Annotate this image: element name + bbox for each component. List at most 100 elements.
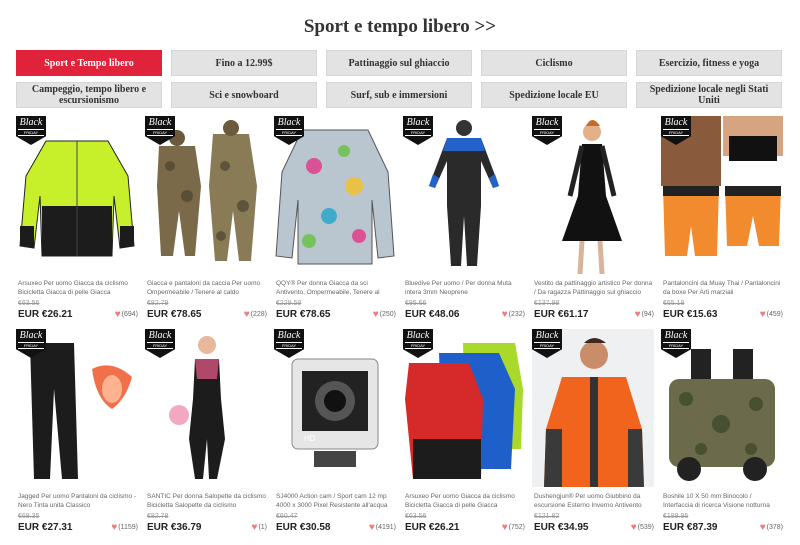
sale-price: EUR €78.65: [276, 309, 331, 320]
likes-number: (250): [379, 311, 396, 318]
likes-count[interactable]: ♥ (250): [373, 310, 396, 320]
svg-text:HD: HD: [304, 434, 316, 443]
product-card[interactable]: Black FRIDAY SANTIC Per donna Salopette da…: [143, 329, 269, 535]
likes-number: (1): [258, 524, 267, 531]
product-card[interactable]: Black FRIDAY QQY® Per donna Giacca da sci …: [272, 116, 398, 322]
product-title[interactable]: Arsuxeo Per uomo Giacca da ciclismo Bici…: [405, 492, 525, 512]
heart-icon[interactable]: ♥: [760, 310, 766, 320]
sale-price: EUR €27.31: [18, 522, 73, 533]
product-card[interactable]: Black FRIDAY Jagged Per uomo Pantaloni da …: [14, 329, 140, 535]
product-title[interactable]: Giacca e pantaloni da caccia Per uomo Om…: [147, 279, 267, 299]
product-title[interactable]: Boshile 10 X 50 mm Binocolo / Interfacci…: [663, 492, 783, 512]
heart-icon[interactable]: ♥: [244, 310, 250, 320]
original-price: €68.35: [18, 513, 40, 520]
heart-icon[interactable]: ♥: [760, 523, 766, 533]
likes-count[interactable]: ♥ (378): [760, 523, 783, 533]
product-image[interactable]: Black FRIDAY: [403, 116, 525, 274]
category-button[interactable]: Esercizio, fitness e yoga: [636, 50, 782, 76]
product-title[interactable]: Bluedive Per uomo / Per donna Muta inter…: [405, 279, 525, 299]
likes-count[interactable]: ♥ (232): [502, 310, 525, 320]
likes-number: (378): [766, 524, 783, 531]
product-title[interactable]: Pantaloncini da Muay Thai / Pantaloncini…: [663, 279, 783, 299]
product-image[interactable]: Black FRIDAY: [145, 329, 267, 487]
likes-number: (459): [766, 311, 783, 318]
likes-count[interactable]: ♥ (94): [635, 310, 654, 320]
likes-count[interactable]: ♥ (459): [760, 310, 783, 320]
product-card[interactable]: Black FRIDAY Arsuxeo Per uomo Giacca da ci…: [401, 329, 527, 535]
sale-price: EUR €87.39: [663, 522, 718, 533]
product-card[interactable]: Black FRIDAY Pantaloncini da Muay Thai / P…: [659, 116, 785, 322]
heart-icon[interactable]: ♥: [373, 310, 379, 320]
heart-icon[interactable]: ♥: [635, 310, 641, 320]
section-title[interactable]: Sport e tempo libero >>: [0, 16, 800, 38]
product-image[interactable]: Black FRIDAY: [532, 116, 654, 274]
category-button[interactable]: Spedizione locale negli Stati Uniti: [636, 82, 782, 108]
sale-price: EUR €36.79: [147, 522, 202, 533]
sale-price: EUR €61.17: [534, 309, 589, 320]
product-title[interactable]: Jagged Per uomo Pantaloni da ciclismo - …: [18, 492, 138, 512]
product-card[interactable]: Black FRIDAY Vestito da pattinaggio artist…: [530, 116, 656, 322]
category-button[interactable]: Ciclismo: [481, 50, 627, 76]
likes-count[interactable]: ♥ (539): [631, 523, 654, 533]
product-image[interactable]: Black FRIDAY: [16, 329, 138, 487]
heart-icon[interactable]: ♥: [111, 523, 117, 533]
product-title[interactable]: Vestito da pattinaggio artistico Per don…: [534, 279, 654, 299]
original-price: €95.66: [405, 300, 427, 307]
product-image[interactable]: Black FRIDAY: [403, 329, 525, 487]
likes-number: (228): [250, 311, 267, 318]
likes-number: (694): [121, 311, 138, 318]
heart-icon[interactable]: ♥: [631, 523, 637, 533]
product-card[interactable]: Black FRIDAY Dushengjun® Per uomo Giubbino…: [530, 329, 656, 535]
likes-count[interactable]: ♥ (1159): [111, 523, 138, 533]
original-price: €82.79: [147, 300, 169, 307]
product-title[interactable]: Dushengjun® Per uomo Giubbino da escursi…: [534, 492, 654, 512]
category-button[interactable]: Surf, sub e immersioni: [326, 82, 472, 108]
product-card[interactable]: Black FRIDAY Bluedive Per uomo / Per donna…: [401, 116, 527, 322]
category-button[interactable]: Pattinaggio sul ghiaccio: [326, 50, 472, 76]
product-title[interactable]: QQY® Per donna Giacca da sci Antivento, …: [276, 279, 396, 299]
category-button[interactable]: Campeggio, tempo libero e escursionismo: [16, 82, 162, 108]
likes-count[interactable]: ♥ (1): [252, 523, 268, 533]
original-price: €60.47: [276, 513, 298, 520]
product-image[interactable]: HD Black FRIDAY: [274, 329, 396, 487]
product-image[interactable]: Black FRIDAY: [661, 329, 783, 487]
category-button[interactable]: Sci e snowboard: [171, 82, 317, 108]
likes-count[interactable]: ♥ (694): [115, 310, 138, 320]
sale-price: EUR €26.21: [405, 522, 460, 533]
original-price: €63.56: [18, 300, 40, 307]
sale-price: EUR €34.95: [534, 522, 589, 533]
category-button[interactable]: Sport e Tempo libero: [16, 50, 162, 76]
original-price: €121.82: [534, 513, 560, 520]
sale-price: EUR €30.58: [276, 522, 331, 533]
product-card[interactable]: Black FRIDAY Giacca e pantaloni da caccia …: [143, 116, 269, 322]
likes-number: (539): [637, 524, 654, 531]
product-title[interactable]: Arsuxeo Per uomo Giacca da ciclismo Bici…: [18, 279, 138, 299]
likes-number: (232): [508, 311, 525, 318]
product-image[interactable]: Black FRIDAY: [145, 116, 267, 274]
product-title[interactable]: SANTIC Per donna Salopette da ciclismo B…: [147, 492, 267, 512]
product-card[interactable]: Black FRIDAY Arsuxeo Per uomo Giacca da ci…: [14, 116, 140, 322]
product-image[interactable]: Black FRIDAY: [532, 329, 654, 487]
original-price: €63.56: [405, 513, 427, 520]
original-price: €65.18: [663, 300, 685, 307]
category-button[interactable]: Fino a 12.99$: [171, 50, 317, 76]
category-button[interactable]: Spedizione locale EU: [481, 82, 627, 108]
product-image[interactable]: Black FRIDAY: [661, 116, 783, 274]
likes-count[interactable]: ♥ (228): [244, 310, 267, 320]
heart-icon[interactable]: ♥: [252, 523, 258, 533]
product-card[interactable]: HD Black FRIDAY SJ4000 Action cam / Sport c…: [272, 329, 398, 535]
product-title[interactable]: SJ4000 Action cam / Sport cam 12 mp 4000…: [276, 492, 396, 512]
likes-number: (4191): [375, 524, 396, 531]
likes-count[interactable]: ♥ (752): [502, 523, 525, 533]
heart-icon[interactable]: ♥: [369, 523, 375, 533]
heart-icon[interactable]: ♥: [502, 523, 508, 533]
likes-number: (94): [641, 311, 654, 318]
likes-count[interactable]: ♥ (4191): [369, 523, 396, 533]
heart-icon[interactable]: ♥: [502, 310, 508, 320]
product-image[interactable]: Black FRIDAY: [16, 116, 138, 274]
sale-price: EUR €26.21: [18, 309, 73, 320]
product-card[interactable]: Black FRIDAY Boshile 10 X 50 mm Binocolo /…: [659, 329, 785, 535]
product-image[interactable]: Black FRIDAY: [274, 116, 396, 274]
original-price: €229.59: [276, 300, 302, 307]
heart-icon[interactable]: ♥: [115, 310, 121, 320]
